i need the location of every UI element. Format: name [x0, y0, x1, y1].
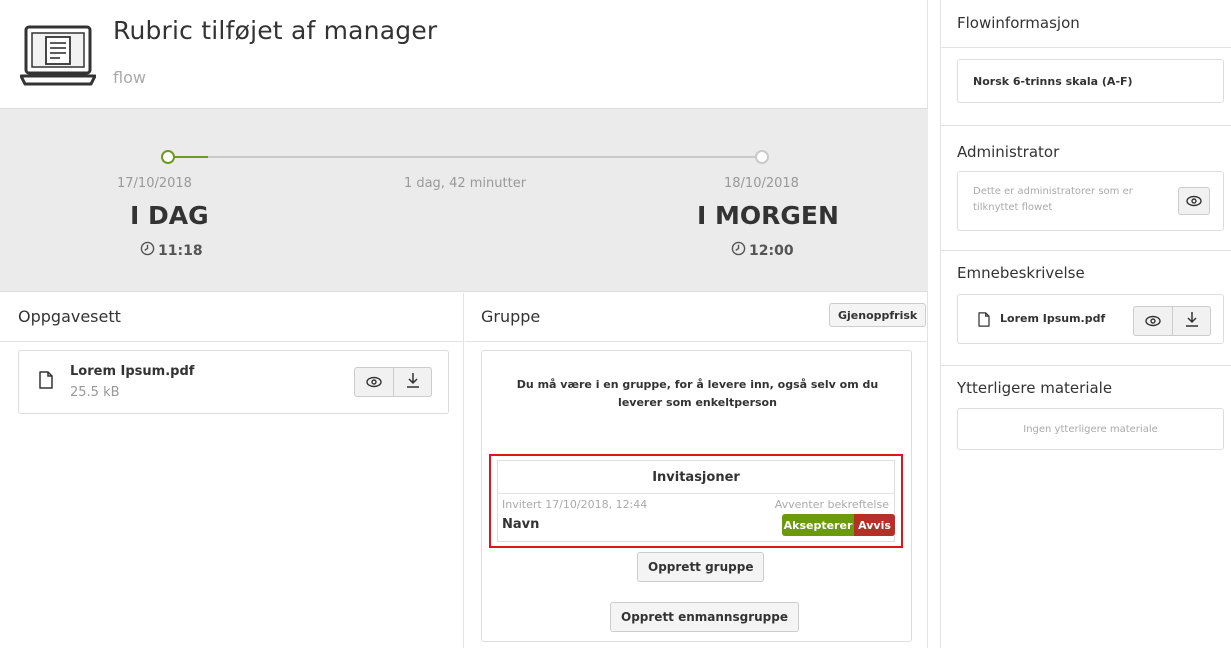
- divider: [941, 250, 1231, 251]
- divider: [941, 47, 1231, 48]
- invitations-box: Invitasjoner Invitert 17/10/2018, 12:44 …: [497, 460, 895, 542]
- oppgavesett-panel: Oppgavesett Lorem Ipsum.pdf 25.5 kB: [0, 293, 464, 648]
- admin-title: Administrator: [957, 143, 1060, 161]
- download-icon: [406, 372, 420, 392]
- group-card: Du må være i en gruppe, for å levere inn…: [481, 350, 912, 642]
- deadline-timeline: 17/10/2018 1 dag, 42 minutter 18/10/2018…: [0, 108, 928, 292]
- end-time-value: 12:00: [749, 242, 794, 259]
- invitations-title: Invitasjoner: [498, 461, 894, 494]
- file-card: Lorem Ipsum.pdf 25.5 kB: [18, 350, 449, 414]
- end-time: 12:00: [731, 241, 794, 260]
- topic-file-name: Lorem Ipsum.pdf: [1000, 312, 1106, 325]
- admin-description: Dette er administratorer som er tilknytt…: [973, 186, 1133, 213]
- gruppe-title: Gruppe: [481, 307, 541, 326]
- page-subtitle: flow: [113, 68, 146, 87]
- start-time: 11:18: [140, 241, 203, 260]
- accept-button[interactable]: Aksepterer: [782, 514, 854, 536]
- file-icon: [978, 312, 990, 331]
- start-label: I DAG: [130, 201, 209, 230]
- start-time-value: 11:18: [158, 242, 203, 259]
- download-button[interactable]: [1172, 307, 1210, 335]
- timeline-track: [168, 156, 762, 158]
- group-message: Du må være i en gruppe, for å levere inn…: [516, 378, 879, 409]
- invite-date: Invitert 17/10/2018, 12:44: [502, 498, 648, 511]
- file-name: Lorem Ipsum.pdf: [70, 364, 195, 379]
- topic-file-card: Lorem Ipsum.pdf: [957, 294, 1224, 344]
- view-button[interactable]: [355, 368, 393, 396]
- file-size: 25.5 kB: [70, 385, 120, 400]
- admin-card: Dette er administratorer som er tilknytt…: [957, 171, 1224, 231]
- download-icon: [1185, 311, 1199, 331]
- eye-icon: [1145, 312, 1161, 331]
- page-title: Rubric tilføjet af manager: [113, 16, 438, 45]
- start-date: 17/10/2018: [117, 176, 192, 191]
- file-icon: [39, 371, 53, 393]
- eye-icon: [366, 373, 382, 392]
- divider: [941, 125, 1231, 126]
- topic-file-actions: [1133, 306, 1211, 336]
- divider: [465, 341, 928, 342]
- gruppe-panel: Gruppe Gjenoppfrisk Du må være i en grup…: [465, 293, 928, 648]
- flowinfo-title: Flowinformasjon: [957, 14, 1080, 32]
- refresh-button[interactable]: Gjenoppfrisk: [829, 303, 927, 327]
- topic-title: Emnebeskrivelse: [957, 264, 1085, 282]
- grading-scale: Norsk 6-trinns skala (A-F): [957, 59, 1224, 103]
- flow-header: Rubric tilføjet af manager flow: [0, 0, 928, 108]
- divider: [941, 365, 1231, 366]
- divider: [0, 341, 464, 342]
- admin-actions: [1178, 187, 1210, 215]
- view-button[interactable]: [1134, 307, 1172, 335]
- clock-icon: [731, 241, 746, 260]
- create-group-button[interactable]: Opprett gruppe: [637, 552, 765, 582]
- download-button[interactable]: [393, 368, 431, 396]
- main-content: Rubric tilføjet af manager flow 17/10/20…: [0, 0, 928, 648]
- extra-material-title: Ytterligere materiale: [957, 379, 1113, 397]
- duration-text: 1 dag, 42 minutter: [403, 176, 527, 191]
- eye-icon: [1186, 192, 1202, 211]
- laptop-document-icon: [19, 24, 97, 88]
- extra-material-empty: Ingen ytterligere materiale: [957, 408, 1224, 450]
- invite-name: Navn: [502, 517, 540, 532]
- file-actions: [354, 367, 432, 397]
- create-single-group-button[interactable]: Opprett enmannsgruppe: [610, 602, 799, 632]
- oppgavesett-title: Oppgavesett: [18, 307, 121, 326]
- invite-status: Avventer bekreftelse: [774, 498, 889, 511]
- flow-info-sidebar: Flowinformasjon Norsk 6-trinns skala (A-…: [940, 0, 1231, 648]
- end-date: 18/10/2018: [724, 176, 799, 191]
- timeline-end-dot: [755, 150, 769, 164]
- view-admins-button[interactable]: [1179, 188, 1209, 214]
- end-label: I MORGEN: [697, 201, 839, 230]
- reject-button[interactable]: Avvis: [854, 514, 895, 536]
- clock-icon: [140, 241, 155, 260]
- timeline-start-dot: [161, 150, 175, 164]
